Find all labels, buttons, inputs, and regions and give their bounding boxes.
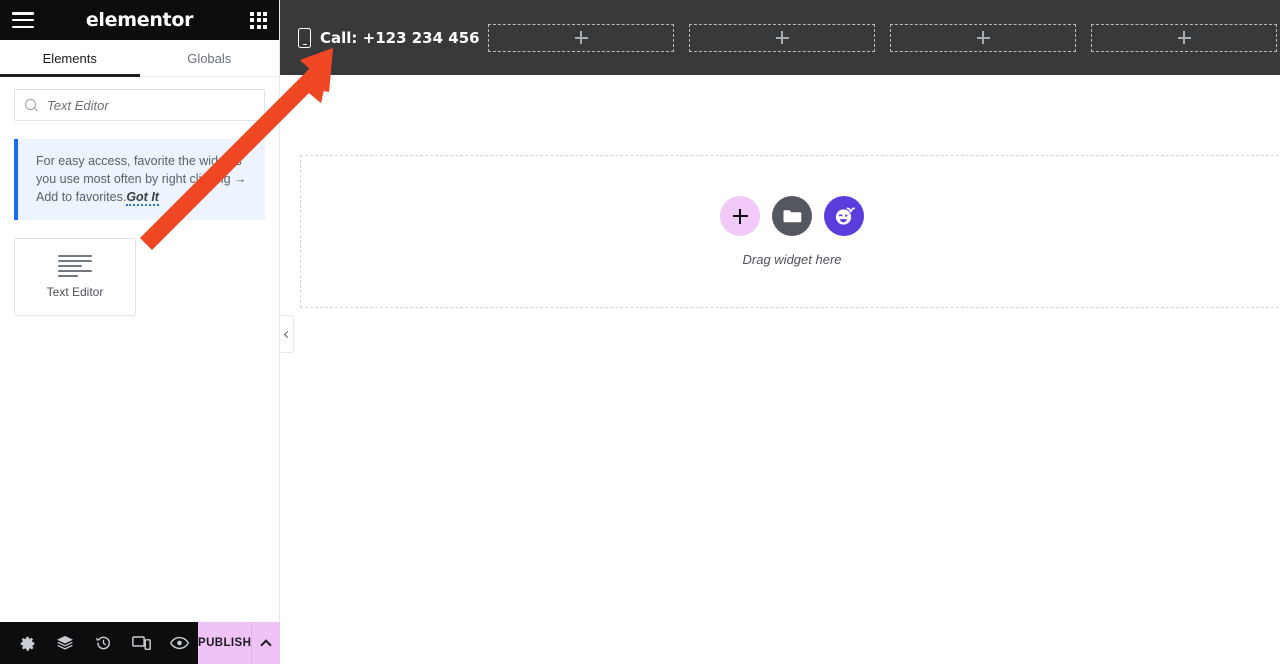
plus-icon (732, 208, 748, 224)
search-section: Text Editor (0, 77, 279, 121)
editor-canvas[interactable]: Call: +123 234 456 Drag widget here (280, 0, 1280, 664)
call-widget[interactable]: Call: +123 234 456 (298, 27, 488, 48)
drop-zone[interactable] (488, 23, 674, 52)
publish-options-button[interactable] (251, 622, 280, 664)
panel-header: elementor (0, 0, 279, 40)
tab-globals[interactable]: Globals (140, 40, 280, 76)
drop-zone[interactable] (689, 23, 875, 52)
search-input[interactable]: Text Editor (14, 89, 265, 121)
eye-icon (169, 636, 189, 650)
panel-collapse-button[interactable] (280, 315, 294, 353)
panel-tools (0, 622, 198, 664)
plus-icon (1177, 31, 1191, 44)
call-widget-text: Call: +123 234 456 (320, 28, 480, 47)
app-grid-icon[interactable] (250, 11, 267, 29)
site-header-bar: Call: +123 234 456 (280, 0, 1280, 75)
search-input-value: Text Editor (47, 97, 109, 113)
elementor-logo: elementor (85, 9, 194, 31)
elementor-ai-button[interactable] (824, 196, 864, 236)
empty-section-placeholder[interactable]: Drag widget here (300, 155, 1280, 308)
elementor-side-panel: elementor Elements Globals Text Editor F… (0, 0, 280, 664)
drop-zone[interactable] (890, 23, 1076, 52)
history-clock-icon (95, 636, 110, 649)
settings-button[interactable] (8, 622, 46, 664)
header-drop-zones (488, 23, 1280, 52)
plus-icon (976, 31, 990, 44)
plus-icon (775, 31, 789, 44)
responsive-mode-button[interactable] (122, 622, 160, 664)
preview-button[interactable] (160, 622, 198, 664)
mobile-phone-icon (298, 27, 311, 48)
panel-bottom-bar: PUBLISH (0, 622, 280, 664)
widget-text-editor[interactable]: Text Editor (14, 238, 136, 316)
plus-icon (574, 31, 588, 44)
elementor-editor: Call: +123 234 456 Drag widget here elem… (0, 0, 1280, 664)
chevron-up-icon (260, 638, 272, 651)
tab-elements[interactable]: Elements (0, 40, 140, 77)
drop-zone[interactable] (1091, 23, 1277, 52)
text-lines-icon (58, 255, 92, 277)
layers-icon (57, 635, 73, 650)
ai-face-icon (835, 207, 856, 225)
hamburger-icon[interactable] (12, 12, 34, 28)
history-button[interactable] (84, 622, 122, 664)
favorites-notice-text: For easy access, favorite the widgets yo… (36, 152, 249, 206)
publish-button[interactable]: PUBLISH (198, 622, 252, 664)
widget-text-editor-label: Text Editor (46, 285, 104, 299)
panel-tabs: Elements Globals (0, 40, 279, 77)
section-action-buttons (720, 196, 864, 236)
add-template-button[interactable] (772, 196, 812, 236)
favorites-notice: For easy access, favorite the widgets yo… (14, 139, 265, 220)
folder-icon (783, 210, 801, 223)
chevron-left-icon (283, 330, 292, 338)
devices-icon (131, 636, 151, 651)
search-icon (25, 98, 38, 112)
got-it-link[interactable]: Got It (126, 190, 159, 206)
gear-icon (20, 636, 35, 651)
navigator-button[interactable] (46, 622, 84, 664)
drag-widget-label: Drag widget here (742, 252, 842, 267)
add-new-element-button[interactable] (720, 196, 760, 236)
